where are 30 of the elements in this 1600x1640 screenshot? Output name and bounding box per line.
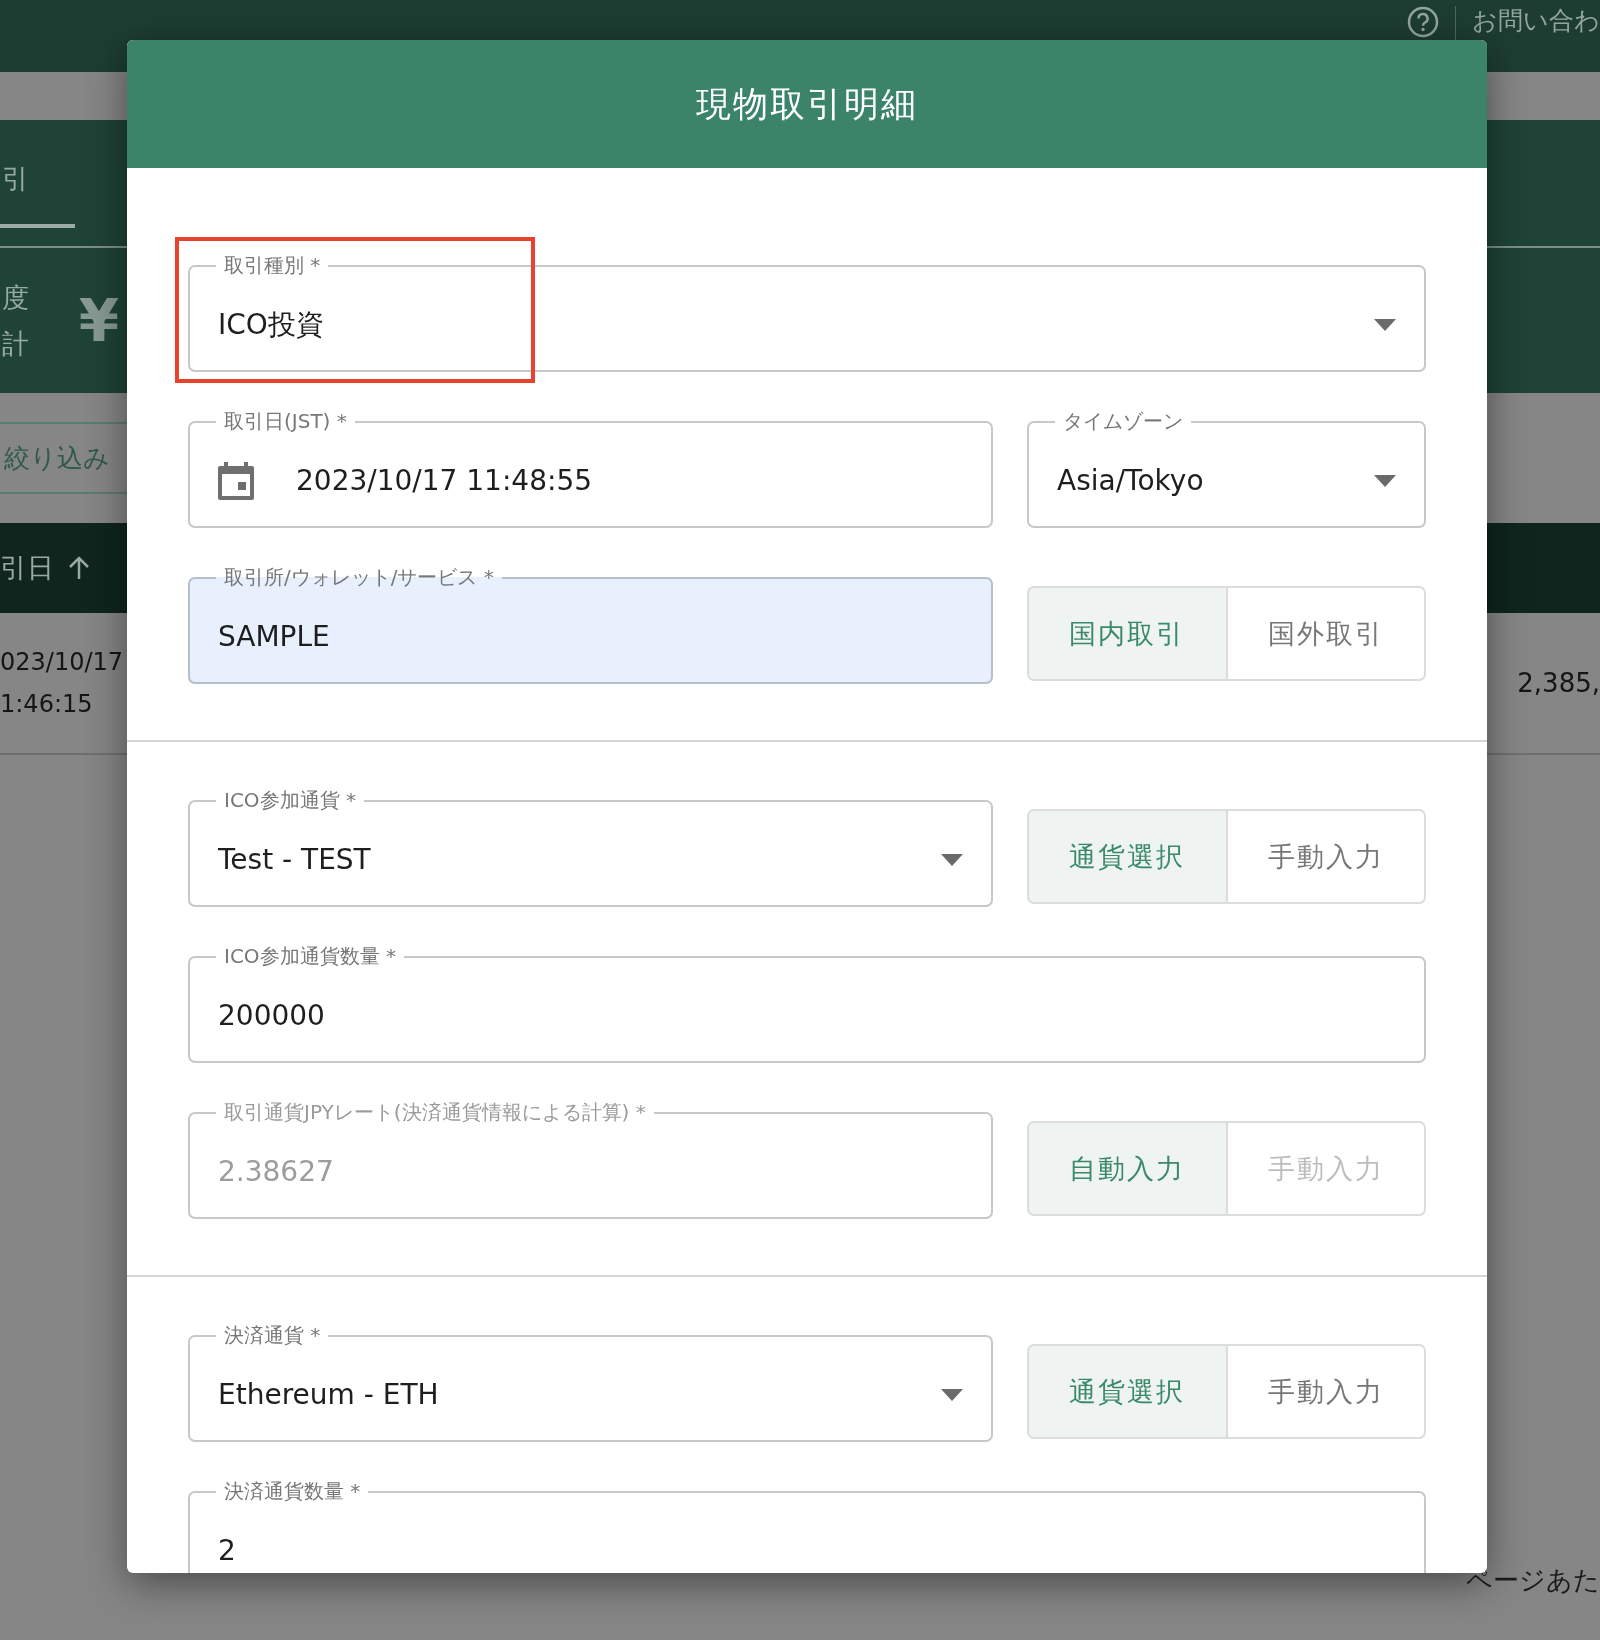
pagination-label: ページあた (1466, 1564, 1600, 1597)
caret-icon (941, 853, 963, 866)
input-field[interactable]: 取引所/ウォレット/サービス * SAMPLE (188, 564, 993, 684)
caret-icon (941, 1388, 963, 1401)
help-icon[interactable] (1407, 6, 1439, 38)
summary-label: 計 (2, 326, 29, 361)
toggle-button[interactable]: 通貨選択 (1027, 809, 1228, 904)
toggle-button[interactable]: 手動入力 (1227, 809, 1426, 904)
tab[interactable]: 引 (0, 148, 75, 228)
calendar-icon (218, 461, 254, 500)
input-field[interactable]: 決済通貨数量 * 2 (188, 1478, 1426, 1573)
contact-link[interactable]: お問い合わ (1472, 6, 1600, 36)
toggle-button[interactable]: 国外取引 (1227, 586, 1426, 681)
select-field[interactable]: ICO参加通貨 * Test - TEST (188, 787, 993, 907)
currency-symbol: ¥ (78, 286, 120, 355)
input-field[interactable]: ICO参加通貨数量 * 200000 (188, 943, 1426, 1063)
toggle-button[interactable]: 自動入力 (1027, 1121, 1228, 1216)
dialog-title: 現物取引明細 (696, 82, 918, 126)
table-cell-text: 023/10/17 (0, 647, 125, 678)
select-field[interactable]: 決済通貨 * Ethereum - ETH (188, 1322, 993, 1442)
caret-icon (1374, 318, 1396, 331)
summary-label: 度 (2, 280, 29, 315)
select-field[interactable]: タイムゾーン Asia/Tokyo (1027, 408, 1426, 528)
column-header[interactable]: 引日 (0, 550, 54, 586)
caret-icon (1374, 474, 1396, 487)
table-cell: 2,385, (1517, 668, 1600, 698)
toggle-button[interactable]: 国内取引 (1027, 586, 1228, 681)
table-cell-text: 1:46:15 (0, 689, 94, 720)
toggle-button[interactable]: 通貨選択 (1027, 1344, 1228, 1439)
toggle-button[interactable]: 手動入力 (1227, 1344, 1426, 1439)
